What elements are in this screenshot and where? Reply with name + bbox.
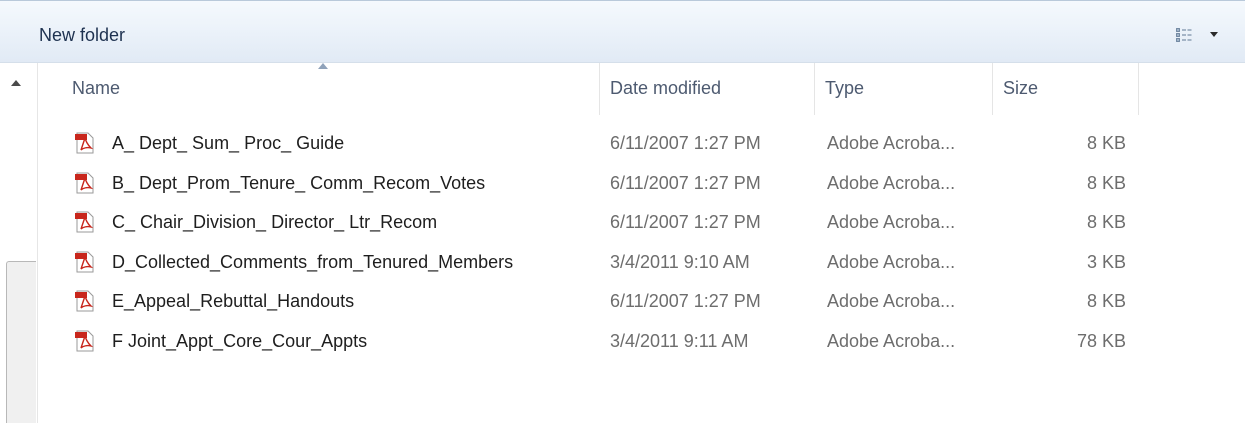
file-size: 8 KB xyxy=(1086,133,1126,153)
navigation-pane-scrollbar[interactable] xyxy=(0,63,38,423)
command-bar: New folder xyxy=(0,0,1245,63)
file-date-modified: 6/11/2007 1:27 PM xyxy=(610,133,761,153)
file-type: Adobe Acroba... xyxy=(827,330,956,351)
file-row[interactable]: B_ Dept_Prom_Tenure_ Comm_Recom_Votes 6/… xyxy=(62,164,1162,204)
file-name: D_Collected_Comments_from_Tenured_Member… xyxy=(112,251,514,272)
new-folder-button[interactable]: New folder xyxy=(39,25,125,46)
view-dropdown-arrow-icon[interactable] xyxy=(1210,32,1218,37)
pdf-icon xyxy=(75,290,94,312)
file-date-modified: 6/11/2007 1:27 PM xyxy=(610,212,761,233)
change-view-icon[interactable] xyxy=(1176,28,1192,42)
file-type: Adobe Acroba... xyxy=(827,133,956,153)
column-header-size[interactable]: Size xyxy=(993,63,1139,115)
scroll-up-arrow-icon[interactable] xyxy=(11,80,21,86)
file-name: F Joint_Appt_Core_Cour_Appts xyxy=(112,330,368,351)
column-header-name[interactable]: Name xyxy=(62,63,600,115)
file-row[interactable]: F Joint_Appt_Core_Cour_Appts 3/4/2011 9:… xyxy=(62,322,1162,362)
file-name: B_ Dept_Prom_Tenure_ Comm_Recom_Votes xyxy=(112,172,486,193)
file-row[interactable]: E_Appeal_Rebuttal_Handouts 6/11/2007 1:2… xyxy=(62,282,1162,322)
file-name: E_Appeal_Rebuttal_Handouts xyxy=(112,291,355,312)
file-date-modified: 6/11/2007 1:27 PM xyxy=(610,172,761,193)
file-type: Adobe Acroba... xyxy=(827,291,956,312)
column-header-date-label: Date modified xyxy=(610,78,722,98)
file-list: A_ Dept_ Sum_ Proc_ Guide 6/11/2007 1:27… xyxy=(62,124,1162,362)
file-type: Adobe Acroba... xyxy=(827,172,956,193)
pdf-icon xyxy=(75,251,94,273)
file-size: 8 KB xyxy=(1086,291,1126,312)
file-date-modified: 3/4/2011 9:11 AM xyxy=(610,330,749,351)
file-row[interactable]: D_Collected_Comments_from_Tenured_Member… xyxy=(62,243,1162,283)
pdf-icon xyxy=(75,172,94,194)
sort-ascending-icon xyxy=(318,63,328,69)
column-header-date-modified[interactable]: Date modified xyxy=(600,63,815,115)
column-header-type[interactable]: Type xyxy=(815,63,993,115)
file-name: C_ Chair_Division_ Director_ Ltr_Recom xyxy=(112,212,438,233)
pdf-icon xyxy=(75,330,94,352)
file-size: 78 KB xyxy=(1076,330,1126,351)
column-header-name-label: Name xyxy=(72,78,121,98)
file-date-modified: 3/4/2011 9:10 AM xyxy=(610,251,750,272)
explorer-window: New folder Name Date modified Type Size xyxy=(0,0,1245,423)
pdf-icon xyxy=(75,132,94,154)
file-row[interactable]: C_ Chair_Division_ Director_ Ltr_Recom 6… xyxy=(62,203,1162,243)
file-type: Adobe Acroba... xyxy=(827,251,956,272)
scroll-thumb[interactable] xyxy=(6,261,36,423)
file-name: A_ Dept_ Sum_ Proc_ Guide xyxy=(112,133,345,153)
file-row[interactable]: A_ Dept_ Sum_ Proc_ Guide 6/11/2007 1:27… xyxy=(62,124,1162,164)
file-size: 3 KB xyxy=(1086,251,1126,272)
column-header-size-label: Size xyxy=(1003,78,1039,98)
file-date-modified: 6/11/2007 1:27 PM xyxy=(610,291,761,312)
column-header-type-label: Type xyxy=(825,78,865,98)
file-size: 8 KB xyxy=(1086,172,1126,193)
file-size: 8 KB xyxy=(1086,212,1126,233)
file-type: Adobe Acroba... xyxy=(827,212,956,233)
pdf-icon xyxy=(75,211,94,233)
